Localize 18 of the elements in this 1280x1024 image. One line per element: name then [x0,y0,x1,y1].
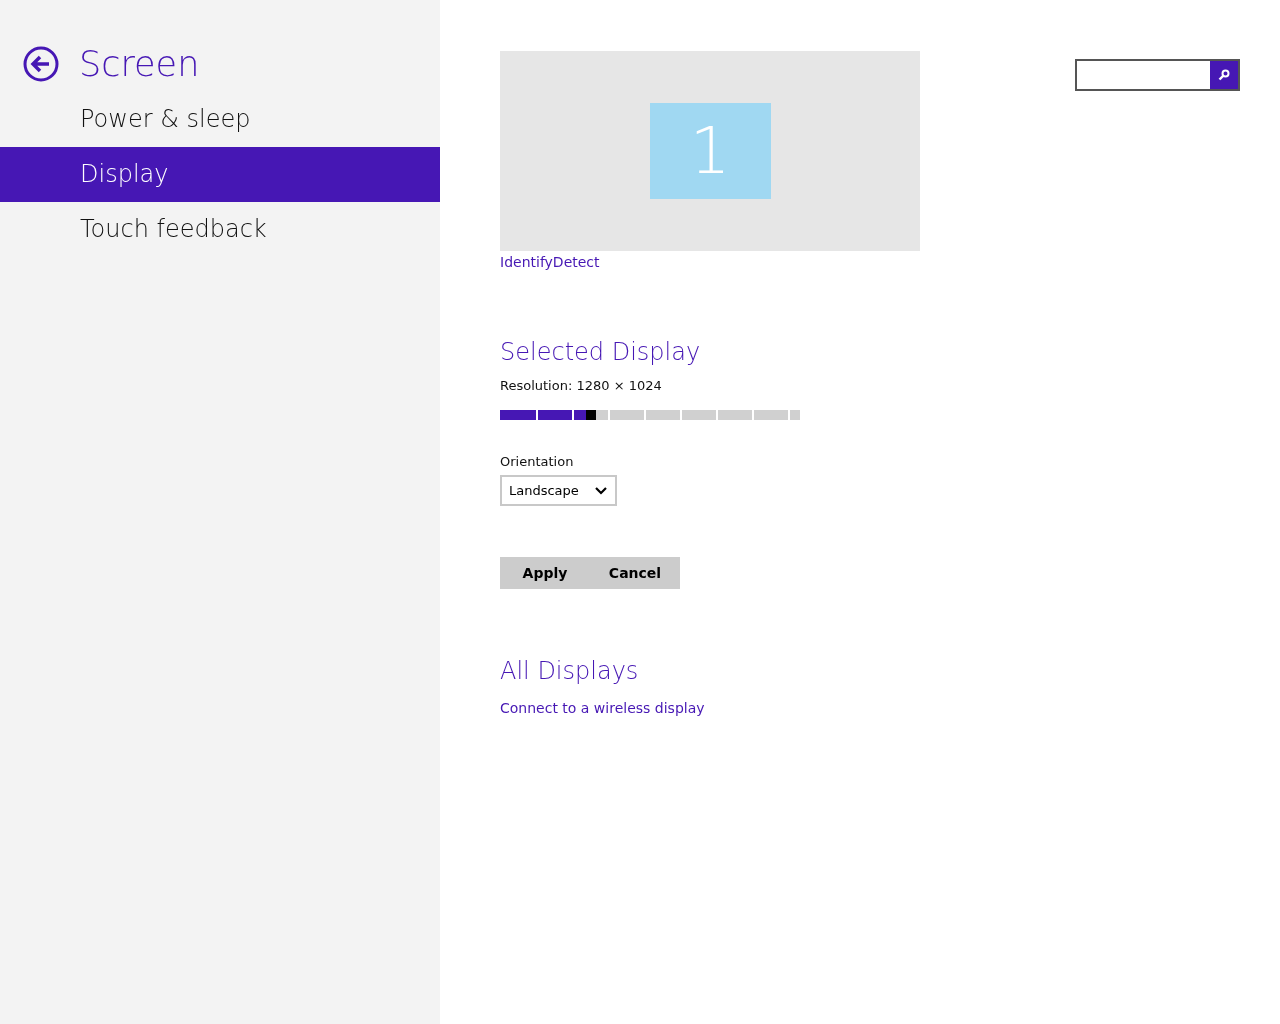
slider-thumb[interactable] [586,410,596,420]
resolution-label: Resolution: 1280 × 1024 [500,378,662,393]
section-heading: Selected Display [500,338,701,366]
back-icon[interactable] [23,46,59,82]
search-button[interactable] [1210,61,1238,89]
section-heading: All Displays [500,657,639,685]
identify-detect-link[interactable]: IdentifyDetect [500,254,600,270]
chevron-down-icon [595,486,607,495]
page-title: Screen [79,44,200,84]
search-field[interactable] [1075,59,1240,91]
orientation-dropdown[interactable]: Landscape [500,475,617,506]
nav-item[interactable]: Power & sleep [0,92,440,147]
nav-item[interactable]: Touch feedback [0,202,440,257]
orientation-label: Orientation [500,454,574,469]
nav-item[interactable]: Display [0,147,440,202]
wireless-display-link[interactable]: Connect to a wireless display [500,700,705,716]
search-icon [1218,69,1230,81]
resolution-slider[interactable] [500,410,800,420]
